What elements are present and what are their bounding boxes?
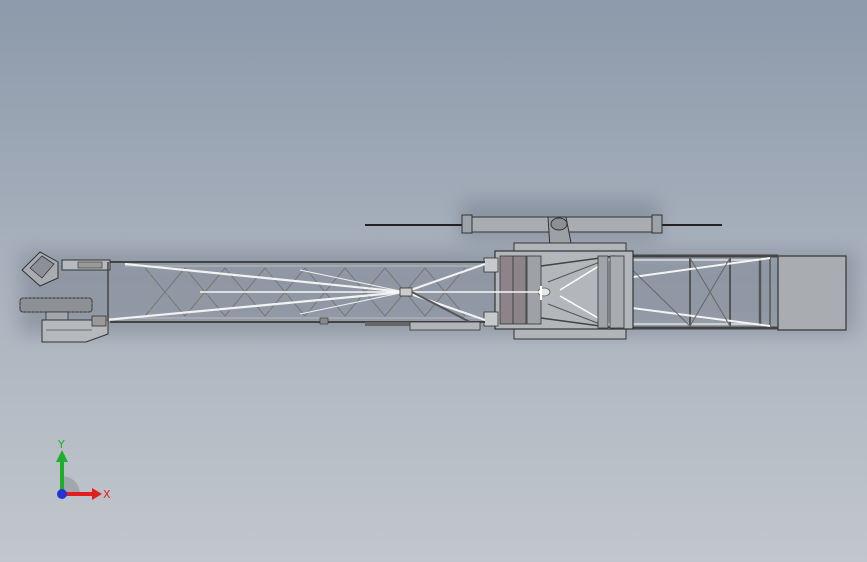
z-axis-dot [57,489,67,499]
cad-viewport[interactable]: Y X [0,0,867,562]
x-axis-label: X [103,488,111,501]
crane-boom-model[interactable] [0,0,867,562]
coordinate-triad: Y X [56,438,111,501]
turntable-base[interactable] [483,242,634,340]
y-axis-label: Y [57,438,65,451]
y-axis-arrowhead [56,450,68,462]
x-axis-arrowhead [92,488,102,500]
counterweight-block[interactable] [777,255,847,331]
